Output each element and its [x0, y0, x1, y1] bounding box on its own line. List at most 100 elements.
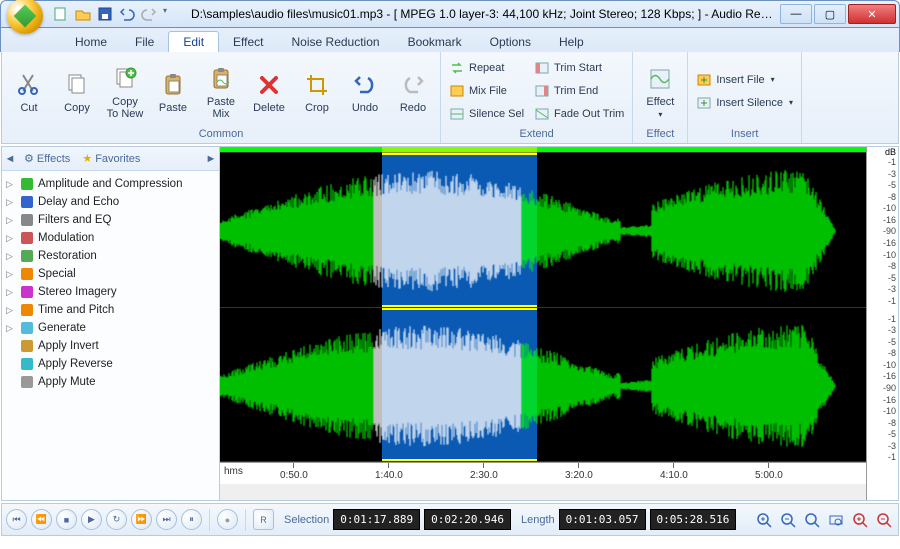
zoom-selection-icon[interactable] [826, 510, 846, 530]
db-tick: -3 [888, 284, 896, 294]
expand-icon[interactable]: ▷ [6, 197, 16, 208]
record-button[interactable]: ● [217, 509, 238, 530]
qat-new-icon[interactable] [53, 6, 69, 22]
expand-icon[interactable]: ▷ [6, 287, 16, 298]
waveform-canvas-right [220, 308, 836, 464]
qat-dropdown-icon[interactable]: ▾ [163, 6, 179, 22]
db-tick: -5 [888, 180, 896, 190]
button-label: Undo [352, 102, 378, 114]
effects-tree: ▷Amplitude and Compression▷Delay and Ech… [2, 171, 219, 500]
sidebar-tab-favorites[interactable]: ★Favorites [76, 150, 146, 167]
menu-tab-home[interactable]: Home [61, 32, 121, 52]
tree-item-delay-and-echo[interactable]: ▷Delay and Echo [4, 193, 217, 211]
repeat-toggle[interactable]: R [253, 509, 274, 530]
qat-undo-icon[interactable] [119, 6, 135, 22]
fx-rest-icon [19, 248, 35, 264]
redo-button[interactable]: Redo [390, 54, 436, 126]
menu-tab-bookmark[interactable]: Bookmark [394, 32, 476, 52]
expand-icon[interactable]: ▷ [6, 233, 16, 244]
copy-button[interactable]: Copy [54, 54, 100, 126]
db-ruler: dB -1-3-5-8-10-16-90-16-10-8-5-3-1-1-3-5… [866, 147, 898, 500]
minimize-button[interactable]: — [780, 4, 812, 24]
qat-redo-icon[interactable] [141, 6, 157, 22]
menu-tab-help[interactable]: Help [545, 32, 598, 52]
waveform-tracks[interactable] [220, 153, 866, 462]
tree-item-special[interactable]: ▷Special [4, 265, 217, 283]
tree-item-restoration[interactable]: ▷Restoration [4, 247, 217, 265]
tree-item-generate[interactable]: ▷Generate [4, 319, 217, 337]
expand-icon[interactable]: ▷ [6, 215, 16, 226]
sidebar-nav-right-icon[interactable]: ► [203, 153, 219, 165]
fx-blue-icon [19, 194, 35, 210]
maximize-button[interactable]: ▢ [814, 4, 846, 24]
pastemix-button[interactable]: PasteMix [198, 54, 244, 126]
button-label: Effect▾ [646, 96, 674, 121]
trimstart-button[interactable]: Trim Start [530, 57, 628, 79]
time-tick: 2:30.0 [470, 463, 498, 479]
fadeout-button[interactable]: Fade Out Trim [530, 103, 628, 125]
play-button[interactable]: ▶ [81, 509, 102, 530]
insertsilence-button[interactable]: Insert Silence▾ [692, 92, 797, 114]
expand-icon[interactable]: ▷ [6, 323, 16, 334]
db-tick: -16 [883, 238, 896, 248]
expand-icon[interactable]: ▷ [6, 251, 16, 262]
stop-button[interactable]: ■ [56, 509, 77, 530]
tree-item-amplitude-and-compression[interactable]: ▷Amplitude and Compression [4, 175, 217, 193]
qat-save-icon[interactable] [97, 6, 113, 22]
trimend-button[interactable]: Trim End [530, 80, 628, 102]
db-tick: -5 [888, 429, 896, 439]
tree-item-apply-invert[interactable]: Apply Invert [4, 337, 217, 355]
tree-item-stereo-imagery[interactable]: ▷Stereo Imagery [4, 283, 217, 301]
menu-tab-file[interactable]: File [121, 32, 168, 52]
zoom-in-h-icon[interactable] [754, 510, 774, 530]
time-ruler[interactable]: hms 0:50.01:40.02:30.03:20.04:10.05:00.0 [220, 462, 866, 484]
button-label: Cut [20, 102, 37, 114]
play-loop-button[interactable]: ↻ [106, 509, 127, 530]
tree-item-apply-mute[interactable]: Apply Mute [4, 373, 217, 391]
skip-start-button[interactable]: ⏮ [6, 509, 27, 530]
waveform-right[interactable] [220, 308, 866, 463]
tree-item-time-and-pitch[interactable]: ▷Time and Pitch [4, 301, 217, 319]
close-button[interactable]: ✕ [848, 4, 896, 24]
db-tick: -3 [888, 325, 896, 335]
chevron-down-icon: ▾ [771, 75, 775, 84]
horizontal-scrollbar[interactable] [220, 484, 866, 500]
sidebar-tab-effects[interactable]: ⚙Effects [18, 150, 76, 167]
waveform-left[interactable] [220, 153, 866, 308]
expand-icon[interactable]: ▷ [6, 179, 16, 190]
menu-tab-options[interactable]: Options [476, 32, 545, 52]
zoom-out-h-icon[interactable] [778, 510, 798, 530]
sidebar-nav-left-icon[interactable]: ◄ [2, 153, 18, 165]
menu-tab-effect[interactable]: Effect [219, 32, 277, 52]
menu-tab-noise-reduction[interactable]: Noise Reduction [278, 32, 394, 52]
delete-button[interactable]: Delete [246, 54, 292, 126]
undo-button[interactable]: Undo [342, 54, 388, 126]
app-orb[interactable] [7, 0, 43, 34]
silencesel-button[interactable]: Silence Sel [445, 103, 528, 125]
qat-open-icon[interactable] [75, 6, 91, 22]
menu-tab-edit[interactable]: Edit [168, 31, 219, 52]
ribbon-group-insert: Insert File▾Insert Silence▾Insert [688, 52, 802, 143]
rewind-button[interactable]: ⏪ [31, 509, 52, 530]
mixfile-button[interactable]: Mix File [445, 80, 528, 102]
zoom-fit-icon[interactable] [802, 510, 822, 530]
expand-icon[interactable]: ▷ [6, 269, 16, 280]
crop-button[interactable]: Crop [294, 54, 340, 126]
paste-button[interactable]: Paste [150, 54, 196, 126]
tree-item-apply-reverse[interactable]: Apply Reverse [4, 355, 217, 373]
cut-button[interactable]: Cut [6, 54, 52, 126]
pause-button[interactable]: ⏸ [181, 509, 202, 530]
group-label: Effect [637, 128, 683, 143]
effect-button[interactable]: Effect▾ [637, 54, 683, 126]
repeat-button[interactable]: Repeat [445, 57, 528, 79]
copynew-button[interactable]: CopyTo New [102, 54, 148, 126]
expand-icon[interactable]: ▷ [6, 305, 16, 316]
tree-item-filters-and-eq[interactable]: ▷Filters and EQ [4, 211, 217, 229]
zoom-in-v-icon[interactable] [850, 510, 870, 530]
zoom-out-v-icon[interactable] [874, 510, 894, 530]
waveform-panel: hms 0:50.01:40.02:30.03:20.04:10.05:00.0 [220, 147, 866, 500]
skip-end-button[interactable]: ⏭ [156, 509, 177, 530]
tree-item-modulation[interactable]: ▷Modulation [4, 229, 217, 247]
insertfile-button[interactable]: Insert File▾ [692, 69, 797, 91]
forward-button[interactable]: ⏩ [131, 509, 152, 530]
